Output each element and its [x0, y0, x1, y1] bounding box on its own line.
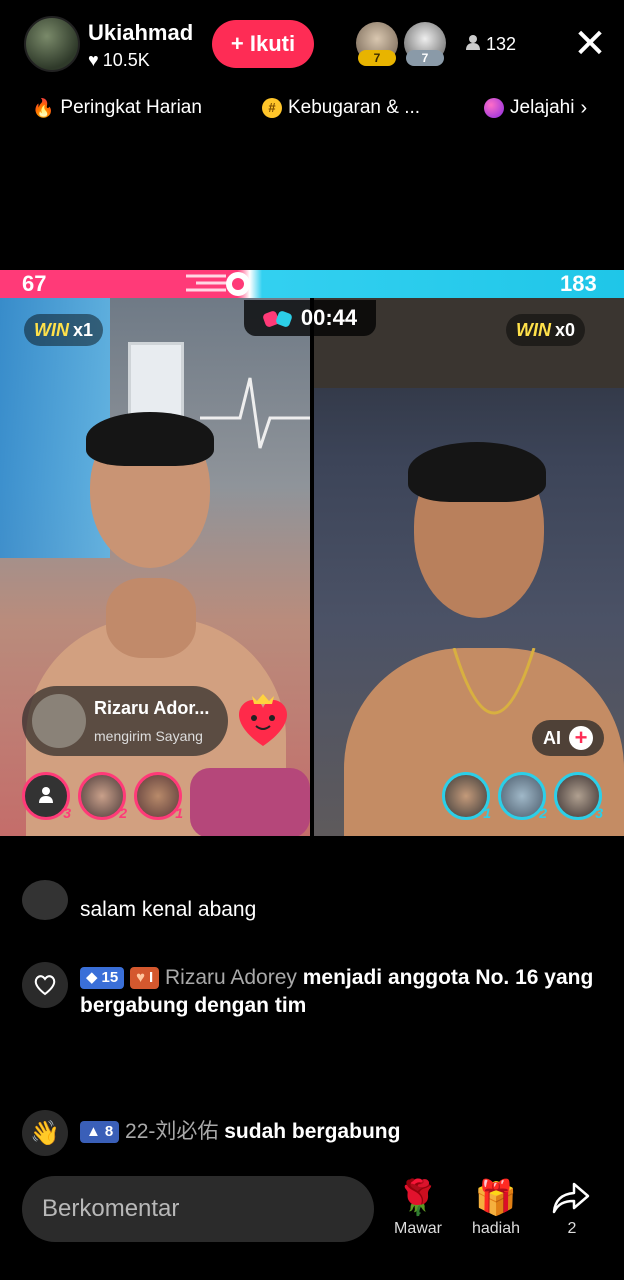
- share-arrow-icon: [540, 1176, 604, 1220]
- window-background: [128, 342, 184, 422]
- host-name[interactable]: Ukiahmad: [88, 20, 193, 46]
- right-score: 183: [560, 271, 597, 296]
- fan-badge: ♥ I: [130, 967, 160, 989]
- battle-gloves-icon: [263, 308, 292, 328]
- chat-message: ▲ 8 22-刘必佑 sudah bergabung: [80, 1118, 400, 1146]
- battle-timer: 00:44: [244, 300, 376, 336]
- rank-number: 2: [119, 805, 127, 821]
- ai-label: AI: [543, 727, 561, 748]
- share-button[interactable]: 2: [540, 1176, 604, 1246]
- top-viewer-badge-2: 7: [406, 50, 444, 66]
- share-count: 2: [567, 1220, 577, 1237]
- ai-button[interactable]: AI +: [532, 720, 604, 756]
- left-win-badge: WIN x1: [24, 314, 104, 346]
- chevron-right-icon: ›: [580, 96, 588, 119]
- topic-fitness[interactable]: # Kebugaran & ...: [262, 92, 420, 124]
- fan-level: I: [148, 969, 154, 986]
- heart-gift-icon: [232, 690, 294, 750]
- diamond-icon: ◆: [86, 969, 98, 986]
- gift-button[interactable]: 🎁 hadiah: [464, 1176, 528, 1246]
- win-label: WIN: [516, 319, 551, 340]
- chat-message: salam kenal abang: [80, 896, 256, 924]
- level-badge: ▲ 8: [80, 1121, 120, 1143]
- close-icon[interactable]: ✕: [572, 24, 608, 64]
- gift-notification[interactable]: Rizaru Ador... mengirim Sayang: [22, 686, 228, 756]
- person-icon: [466, 34, 480, 55]
- plus-icon: +: [569, 726, 593, 750]
- host-likes-count: 10.5K: [102, 50, 150, 70]
- heart-icon: ♥: [88, 50, 99, 70]
- right-rank-avatar-2[interactable]: 2: [498, 772, 547, 821]
- left-rank-avatar-3[interactable]: 3: [22, 772, 71, 821]
- rose-label: Mawar: [393, 1220, 442, 1237]
- rose-icon: 🌹: [396, 1179, 440, 1217]
- left-rank-avatar-1[interactable]: 1: [134, 772, 183, 821]
- planet-icon: [484, 98, 504, 118]
- rose-gift-button[interactable]: 🌹 Mawar: [386, 1176, 450, 1246]
- timer-value: 00:44: [300, 305, 358, 330]
- heart-icon: ♥: [136, 969, 145, 986]
- wave-hand-icon: 👋: [22, 1110, 68, 1156]
- chat-message: ◆ 15 ♥ I Rizaru Adorey menjadi anggota No.…: [80, 964, 600, 1020]
- topic-label: Peringkat Harian: [60, 97, 202, 118]
- viewer-count[interactable]: 132: [466, 34, 516, 55]
- rank-number: 1: [483, 805, 491, 821]
- win-label: WIN: [34, 319, 69, 340]
- viewer-count-value: 132: [486, 34, 517, 54]
- topic-label: Kebugaran & ...: [288, 97, 421, 118]
- win-count: x1: [73, 319, 94, 340]
- level-badge: ◆ 15: [80, 967, 125, 989]
- gift-sender-avatar: [32, 694, 86, 748]
- topic-row: 🔥 Peringkat Harian # Kebugaran & ... Jel…: [0, 92, 624, 124]
- gift-message: mengirim Sayang: [94, 728, 203, 744]
- person-icon: [39, 787, 53, 803]
- win-count: x0: [555, 319, 576, 340]
- score-divider-streak-icon: [186, 270, 256, 298]
- heart-outline-icon: [22, 962, 68, 1008]
- gift-label: hadiah: [471, 1220, 521, 1237]
- triangle-icon: ▲: [86, 1123, 101, 1140]
- topic-label: Jelajahi: [510, 97, 575, 118]
- left-score: 67: [22, 271, 47, 296]
- gift-box-icon: 🎁: [474, 1179, 518, 1217]
- follow-button[interactable]: + Ikuti: [212, 20, 314, 68]
- fire-icon: 🔥: [32, 97, 55, 118]
- rank-number: 3: [595, 805, 603, 821]
- gift-sender-name: Rizaru Ador...: [94, 698, 210, 718]
- rank-number: 2: [539, 805, 547, 821]
- level-number: 15: [101, 969, 119, 986]
- topic-explore[interactable]: Jelajahi ›: [484, 92, 587, 124]
- chat-text: sudah bergabung: [224, 1120, 401, 1143]
- rank-number: 3: [63, 805, 71, 821]
- chat-username[interactable]: 22-刘必佑: [125, 1120, 218, 1143]
- left-rank-avatar-2[interactable]: 2: [78, 772, 127, 821]
- rank-number: 1: [175, 805, 183, 821]
- host-likes: ♥ 10.5K: [88, 50, 150, 71]
- battle-score-bar: [0, 270, 624, 298]
- chat-username[interactable]: Rizaru Adorey: [165, 966, 297, 989]
- chat-avatar[interactable]: [22, 880, 68, 920]
- dice-pillow: [190, 768, 310, 836]
- chat-text: salam kenal abang: [80, 898, 257, 921]
- level-number: 8: [104, 1123, 114, 1140]
- hashtag-icon: #: [262, 98, 282, 118]
- host-avatar[interactable]: [24, 16, 80, 72]
- right-rank-avatar-3[interactable]: 3: [554, 772, 603, 821]
- topic-daily-ranking[interactable]: 🔥 Peringkat Harian: [32, 92, 202, 124]
- comment-input[interactable]: Berkomentar: [22, 1176, 374, 1242]
- right-win-badge: WIN x0: [506, 314, 586, 346]
- top-viewer-badge-1: 7: [358, 50, 396, 66]
- right-rank-avatar-1[interactable]: 1: [442, 772, 491, 821]
